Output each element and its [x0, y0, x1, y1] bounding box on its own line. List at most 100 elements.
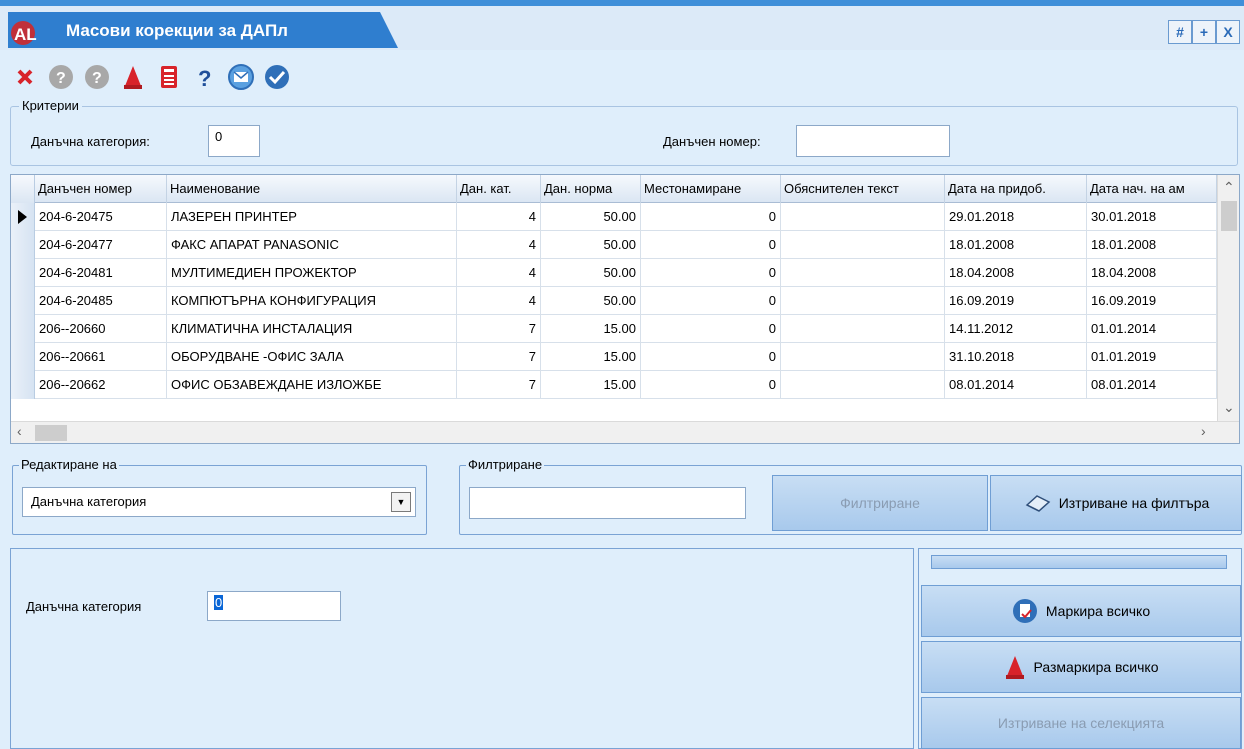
- col-tax-rate[interactable]: Дан. норма: [541, 175, 641, 203]
- marker-icon: [1005, 656, 1024, 679]
- col-location[interactable]: Местонамиране: [641, 175, 781, 203]
- vertical-scroll-thumb[interactable]: [1221, 201, 1237, 231]
- col-depreciation-start[interactable]: Дата нач. на ам: [1087, 175, 1217, 203]
- eraser-icon: [1025, 495, 1051, 512]
- scroll-left-icon[interactable]: ‹: [17, 423, 22, 439]
- cell-acquisition-date: 16.09.2019: [945, 287, 1087, 315]
- calculator-icon[interactable]: [154, 62, 184, 92]
- horizontal-scroll-thumb[interactable]: [35, 425, 67, 441]
- criteria-legend: Критерии: [19, 98, 82, 113]
- svg-text:?: ?: [92, 70, 102, 87]
- cell-tax-rate: 50.00: [541, 231, 641, 259]
- mark-all-icon: [1012, 599, 1037, 623]
- close-window-button[interactable]: X: [1216, 20, 1240, 44]
- col-explanation[interactable]: Обяснителен текст: [781, 175, 945, 203]
- cell-explanation: [781, 315, 945, 343]
- scroll-right-icon[interactable]: ›: [1201, 423, 1206, 439]
- table-row[interactable]: 204-6-20475 ЛАЗЕРЕН ПРИНТЕР 4 50.00 0 29.01.2…: [11, 203, 1217, 231]
- col-tax-category[interactable]: Дан. кат.: [457, 175, 541, 203]
- close-icon[interactable]: [10, 62, 40, 92]
- toolbar: ? ? ?: [10, 60, 292, 94]
- svg-text:?: ?: [56, 70, 66, 87]
- tax-category-input[interactable]: 0: [208, 125, 260, 157]
- row-indicator[interactable]: [11, 343, 35, 371]
- cell-name: КОМПЮТЪРНА КОНФИГУРАЦИЯ: [167, 287, 457, 315]
- cell-explanation: [781, 343, 945, 371]
- table-row[interactable]: 204-6-20481 МУЛТИМЕДИЕН ПРОЖЕКТОР 4 50.00 0 1…: [11, 259, 1217, 287]
- cell-tax-number: 206--20661: [35, 343, 167, 371]
- pin-button[interactable]: #: [1168, 20, 1192, 44]
- scroll-down-icon[interactable]: ⌄: [1223, 399, 1235, 416]
- col-tax-number[interactable]: Данъчен номер: [35, 175, 167, 203]
- cell-tax-rate: 15.00: [541, 343, 641, 371]
- question-icon[interactable]: ?: [190, 62, 220, 92]
- cell-name: КЛИМАТИЧНА ИНСТАЛАЦИЯ: [167, 315, 457, 343]
- cell-explanation: [781, 287, 945, 315]
- svg-text:AL: AL: [14, 25, 37, 44]
- row-indicator[interactable]: [11, 287, 35, 315]
- col-name[interactable]: Наименование: [167, 175, 457, 203]
- mail-icon[interactable]: [226, 62, 256, 92]
- cell-depreciation-start: 01.01.2019: [1087, 343, 1217, 371]
- cell-tax-category: 4: [457, 287, 541, 315]
- cell-acquisition-date: 29.01.2018: [945, 203, 1087, 231]
- cell-tax-rate: 50.00: [541, 259, 641, 287]
- table-row[interactable]: 206--20660 КЛИМАТИЧНА ИНСТАЛАЦИЯ 7 15.00 0 14…: [11, 315, 1217, 343]
- cell-tax-category: 7: [457, 343, 541, 371]
- col-acquisition-date[interactable]: Дата на придоб.: [945, 175, 1087, 203]
- table-row[interactable]: 206--20662 ОФИС ОБЗАВЕЖДАНЕ ИЗЛОЖБЕ 7 15.00…: [11, 371, 1217, 399]
- cell-name: МУЛТИМЕДИЕН ПРОЖЕКТОР: [167, 259, 457, 287]
- help-gray-icon[interactable]: ?: [82, 62, 112, 92]
- bottom-tax-category-input[interactable]: 0: [207, 591, 341, 621]
- horizontal-scrollbar[interactable]: ‹ ›: [11, 421, 1239, 443]
- cell-acquisition-date: 18.01.2008: [945, 231, 1087, 259]
- cell-tax-category: 4: [457, 231, 541, 259]
- marker-icon[interactable]: [118, 62, 148, 92]
- table-row[interactable]: 204-6-20485 КОМПЮТЪРНА КОНФИГУРАЦИЯ 4 50.00…: [11, 287, 1217, 315]
- cell-name: ОБОРУДВАНЕ -ОФИС ЗАЛА: [167, 343, 457, 371]
- cell-name: ОФИС ОБЗАВЕЖДАНЕ ИЗЛОЖБЕ: [167, 371, 457, 399]
- cell-depreciation-start: 18.04.2008: [1087, 259, 1217, 287]
- row-indicator[interactable]: [11, 315, 35, 343]
- cell-tax-number: 204-6-20485: [35, 287, 167, 315]
- cell-tax-category: 7: [457, 371, 541, 399]
- cell-tax-number: 206--20660: [35, 315, 167, 343]
- filter-legend: Филтриране: [466, 457, 545, 472]
- help-gray-icon[interactable]: ?: [46, 62, 76, 92]
- chevron-down-icon[interactable]: ▼: [391, 492, 411, 512]
- cell-depreciation-start: 16.09.2019: [1087, 287, 1217, 315]
- assets-grid[interactable]: Данъчен номер Наименование Дан. кат. Дан…: [10, 174, 1240, 444]
- mark-all-label: Маркира всичко: [1045, 603, 1151, 619]
- unmark-all-button[interactable]: Размаркира всичко: [921, 641, 1241, 693]
- cell-tax-category: 4: [457, 203, 541, 231]
- edit-group: Редактиране на Данъчна категория ▼: [12, 457, 427, 535]
- cell-tax-number: 206--20662: [35, 371, 167, 399]
- tax-number-input[interactable]: [796, 125, 950, 157]
- cell-location: 0: [641, 315, 781, 343]
- cell-location: 0: [641, 343, 781, 371]
- clear-filter-button[interactable]: Изтриване на филтъра: [990, 475, 1242, 531]
- clear-filter-label: Изтриване на филтъра: [1058, 495, 1210, 511]
- scroll-up-icon[interactable]: ⌃: [1223, 179, 1235, 196]
- bottom-tax-category-label: Данъчна категория: [26, 599, 142, 614]
- vertical-scrollbar[interactable]: ⌃ ⌄: [1217, 175, 1239, 423]
- actions-panel: Маркира всичко Размаркира всичко Изтрива…: [918, 548, 1242, 749]
- edit-field-select[interactable]: Данъчна категория ▼: [22, 487, 416, 517]
- cell-explanation: [781, 259, 945, 287]
- cell-depreciation-start: 08.01.2014: [1087, 371, 1217, 399]
- table-row[interactable]: 204-6-20477 ФАКС АПАРАТ PANASONIC 4 50.00 0 1…: [11, 231, 1217, 259]
- filter-input[interactable]: [469, 487, 746, 519]
- mark-all-button[interactable]: Маркира всичко: [921, 585, 1241, 637]
- row-indicator[interactable]: [11, 259, 35, 287]
- cell-acquisition-date: 08.01.2014: [945, 371, 1087, 399]
- check-icon[interactable]: [262, 62, 292, 92]
- row-indicator[interactable]: [11, 203, 35, 231]
- row-indicator[interactable]: [11, 231, 35, 259]
- filter-button[interactable]: Филтриране: [772, 475, 988, 531]
- delete-selection-button[interactable]: Изтриване на селекцията: [921, 697, 1241, 749]
- row-indicator[interactable]: [11, 371, 35, 399]
- svg-text:?: ?: [198, 66, 211, 89]
- cell-tax-rate: 50.00: [541, 287, 641, 315]
- table-row[interactable]: 206--20661 ОБОРУДВАНЕ -ОФИС ЗАЛА 7 15.00 0 31…: [11, 343, 1217, 371]
- maximize-button[interactable]: +: [1192, 20, 1216, 44]
